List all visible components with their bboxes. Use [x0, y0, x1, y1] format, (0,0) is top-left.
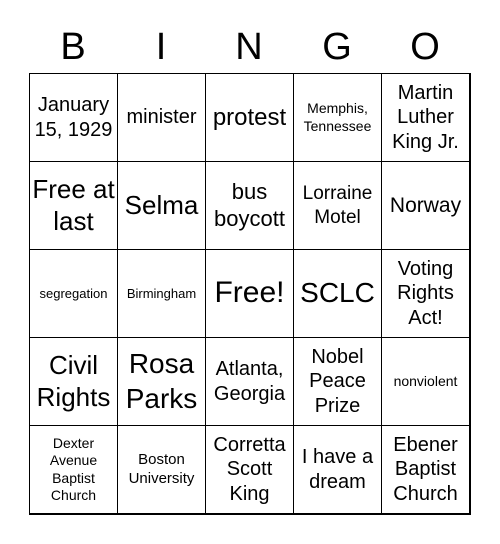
- bingo-cell[interactable]: Civil Rights: [29, 337, 118, 426]
- bingo-cell[interactable]: Free!: [205, 249, 294, 338]
- bingo-cell[interactable]: Free at last: [29, 161, 118, 250]
- bingo-cell[interactable]: Martin Luther King Jr.: [381, 73, 470, 162]
- bingo-cell[interactable]: Memphis, Tennessee: [293, 73, 382, 162]
- bingo-cell[interactable]: Norway: [381, 161, 470, 250]
- bingo-cell[interactable]: Boston University: [117, 425, 206, 514]
- bingo-cell[interactable]: Atlanta, Georgia: [205, 337, 294, 426]
- bingo-cell[interactable]: Selma: [117, 161, 206, 250]
- bingo-cell[interactable]: Birmingham: [117, 249, 206, 338]
- bingo-cell[interactable]: segregation: [29, 249, 118, 338]
- bingo-cell[interactable]: nonviolent: [381, 337, 470, 426]
- bingo-cell[interactable]: January 15, 1929: [29, 73, 118, 162]
- bingo-card: January 15, 1929 minister protest Memphi…: [29, 73, 471, 515]
- header-letter: G: [322, 26, 352, 68]
- header-letter: N: [235, 26, 263, 68]
- bingo-cell[interactable]: SCLC: [293, 249, 382, 338]
- bingo-cell[interactable]: Nobel Peace Prize: [293, 337, 382, 426]
- header-letter: I: [155, 26, 167, 68]
- bingo-cell[interactable]: bus boycott: [205, 161, 294, 250]
- bingo-header: B I N G O: [29, 22, 469, 72]
- bingo-cell[interactable]: Rosa Parks: [117, 337, 206, 426]
- bingo-cell[interactable]: Voting Rights Act!: [381, 249, 470, 338]
- bingo-cell[interactable]: Ebener Baptist Church: [381, 425, 470, 514]
- header-letter: B: [60, 26, 86, 68]
- bingo-cell[interactable]: Dexter Avenue Baptist Church: [29, 425, 118, 514]
- bingo-cell[interactable]: Corretta Scott King: [205, 425, 294, 514]
- header-letter: O: [410, 26, 440, 68]
- bingo-cell[interactable]: Lorraine Motel: [293, 161, 382, 250]
- bingo-cell[interactable]: protest: [205, 73, 294, 162]
- bingo-cell[interactable]: I have a dream: [293, 425, 382, 514]
- bingo-cell[interactable]: minister: [117, 73, 206, 162]
